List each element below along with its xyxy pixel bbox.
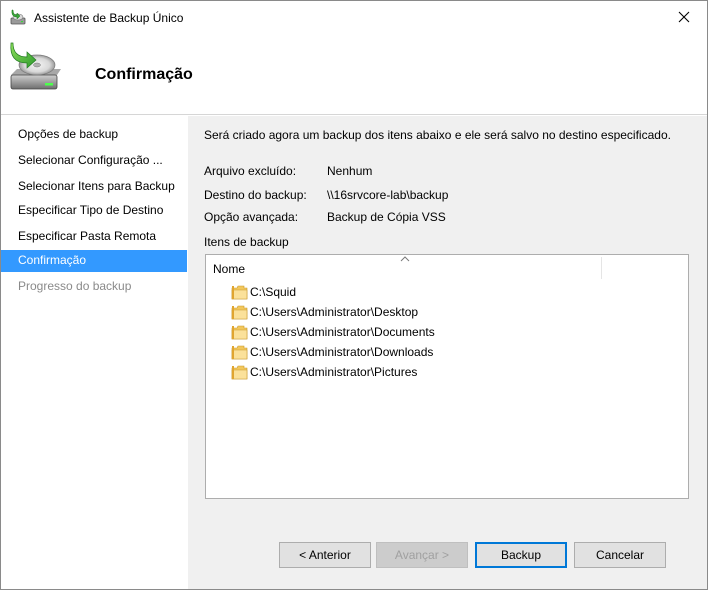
folder-icon (231, 345, 248, 359)
list-item-label: C:\Users\Administrator\Desktop (250, 305, 419, 319)
button-bar: < Anterior Avançar > Backup Cancelar (188, 522, 707, 589)
excluded-files-label: Arquivo excluído: (204, 164, 297, 178)
wizard-window: Assistente de Backup Único Confirmação O… (0, 0, 708, 590)
wizard-header: Confirmação (1, 35, 707, 115)
window-title: Assistente de Backup Único (34, 11, 184, 25)
excluded-files-value: Nenhum (327, 164, 373, 178)
list-item[interactable]: C:\Users\Administrator\Desktop (231, 302, 418, 322)
list-item[interactable]: C:\Users\Administrator\Documents (231, 322, 435, 342)
next-button: Avançar > (376, 542, 468, 568)
cancel-button[interactable]: Cancelar (574, 542, 666, 568)
page-title: Confirmação (95, 66, 193, 83)
step-backup-progress: Progresso do backup (18, 279, 132, 293)
step-backup-options[interactable]: Opções de backup (1, 124, 187, 146)
list-item-label: C:\Users\Administrator\Documents (250, 325, 435, 339)
list-item[interactable]: C:\Users\Administrator\Downloads (231, 342, 433, 362)
intro-text: Será criado agora um backup dos itens ab… (204, 128, 671, 142)
sort-ascending-icon (400, 256, 410, 262)
backup-items-label: Itens de backup (204, 235, 289, 249)
list-item[interactable]: C:\Squid (231, 282, 296, 302)
steps-sidebar: Opções de backup Selecionar Configuração… (1, 116, 187, 589)
list-item-label: C:\Users\Administrator\Pictures (250, 365, 418, 379)
backup-button[interactable]: Backup (475, 542, 567, 568)
list-item-label: C:\Users\Administrator\Downloads (250, 345, 434, 359)
title-bar: Assistente de Backup Único (1, 1, 707, 35)
back-button[interactable]: < Anterior (279, 542, 371, 568)
backup-items-list[interactable]: Nome C:\Squid C:\Users\Administrator\Des… (205, 254, 689, 499)
backup-destination-value: \\16srvcore-lab\backup (327, 188, 449, 202)
column-name-header[interactable]: Nome (213, 262, 245, 276)
folder-icon (231, 365, 248, 379)
list-header[interactable]: Nome (206, 255, 688, 281)
close-icon (678, 11, 690, 23)
advanced-option-label: Opção avançada: (204, 210, 299, 224)
list-item-label: C:\Squid (250, 285, 297, 299)
step-destination-type[interactable]: Especificar Tipo de Destino (1, 200, 187, 222)
backup-drive-icon (10, 9, 26, 25)
backup-drive-large-icon (10, 42, 61, 90)
folder-icon (231, 305, 248, 319)
folder-icon (231, 325, 248, 339)
backup-destination-label: Destino do backup: (204, 188, 307, 202)
step-select-configuration[interactable]: Selecionar Configuração ... (1, 150, 187, 172)
step-select-items[interactable]: Selecionar Itens para Backup (1, 176, 187, 198)
step-remote-folder[interactable]: Especificar Pasta Remota (1, 226, 187, 248)
step-confirmation[interactable]: Confirmação (1, 250, 187, 272)
column-separator[interactable] (601, 257, 602, 279)
folder-icon (231, 285, 248, 299)
list-item[interactable]: C:\Users\Administrator\Pictures (231, 362, 417, 382)
content-panel: Será criado agora um backup dos itens ab… (188, 116, 707, 522)
advanced-option-value: Backup de Cópia VSS (327, 210, 446, 224)
close-button[interactable] (661, 1, 707, 33)
